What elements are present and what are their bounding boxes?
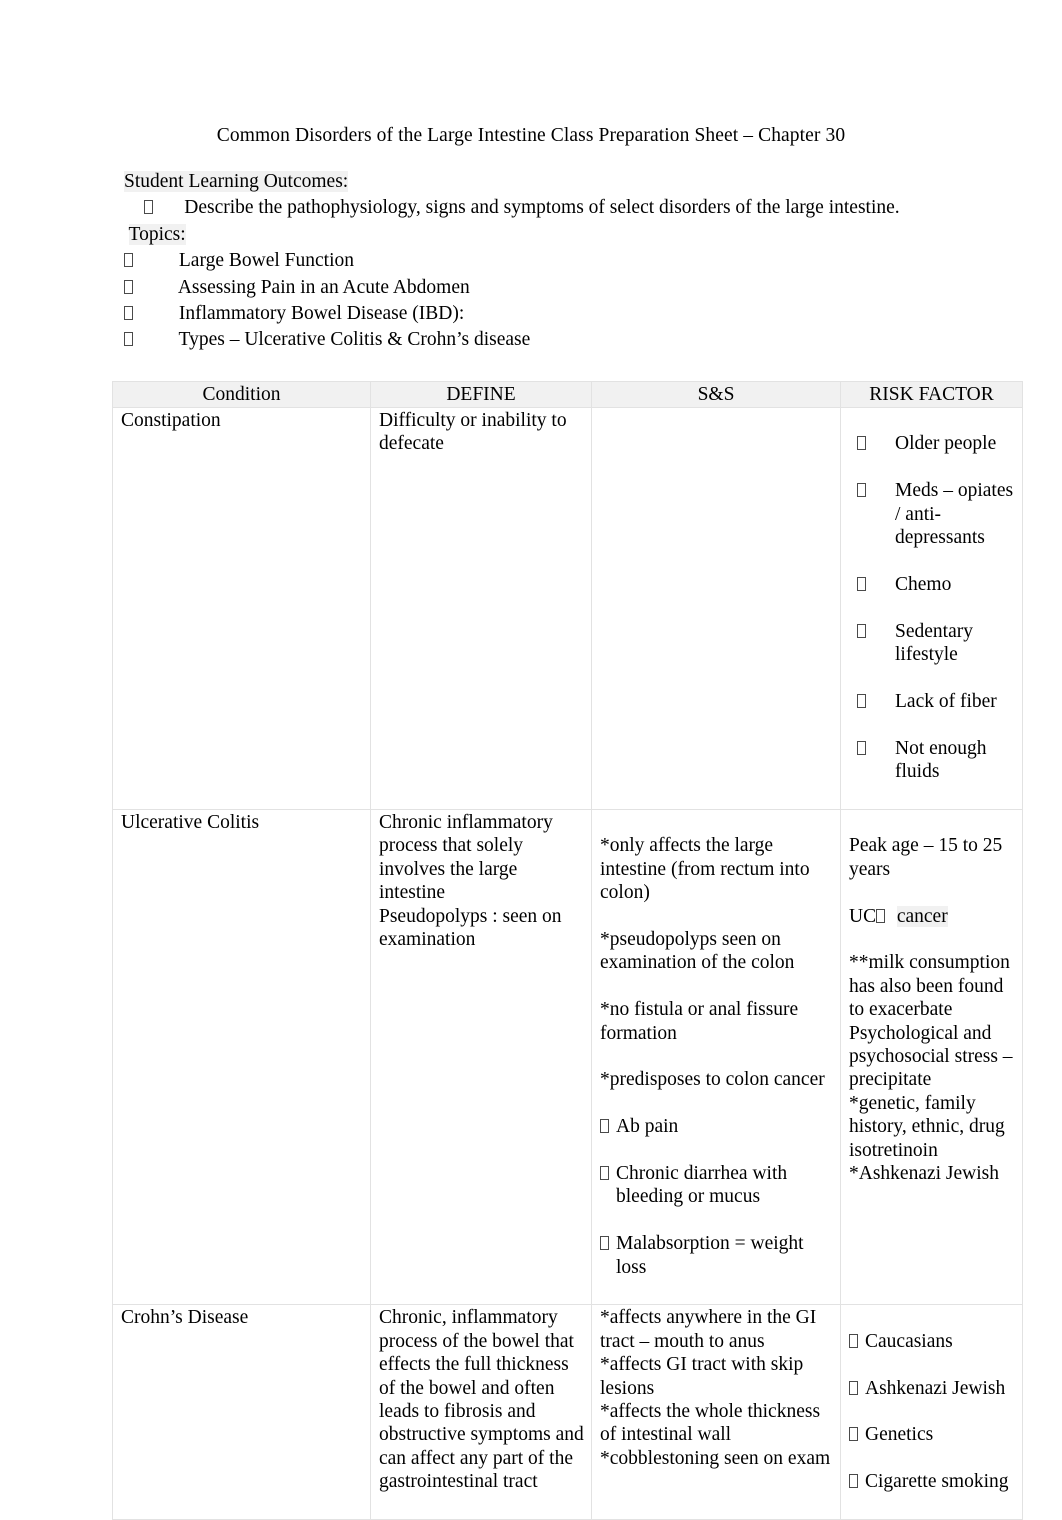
page-title: Common Disorders of the Large Intestine … — [216, 125, 846, 146]
risk-item: Not enough fluids — [849, 737, 1016, 784]
topic-text: Assessing Pain in an Acute Abdomen — [177, 276, 470, 298]
table-row: Crohn’s Disease Chronic, inflammatory pr… — [112, 1304, 1023, 1520]
learning-outcomes-label: Student Learning Outcomes: — [124, 169, 984, 195]
topics-label: Topics: — [124, 222, 984, 248]
topic-item-3: Types – Ulcerative Colitis & Crohn’s dis… — [124, 327, 984, 353]
document-page: Common Disorders of the Large Intestine … — [0, 0, 1062, 1520]
cell-define: Chronic, inflammatory process of the bow… — [379, 1307, 584, 1493]
column-header-define: DEFINE — [370, 381, 592, 408]
risk-item-text: Caucasians — [865, 1330, 953, 1352]
bullet-box-icon — [600, 1119, 609, 1134]
risk-item: Ashkenazi Jewish — [849, 1377, 1016, 1400]
learning-outcomes-label-text: Student Learning Outcomes: — [124, 171, 349, 192]
bullet-box-icon — [600, 1236, 609, 1251]
risk-uc-highlight: cancer — [896, 905, 948, 927]
risk-item-text: Sedentary lifestyle — [895, 620, 973, 666]
ss-bullet: Malabsorption = weight loss — [600, 1232, 834, 1279]
risk-item: Genetics — [849, 1423, 1016, 1446]
bullet-box-icon — [857, 483, 866, 498]
risk-item-text: Chemo — [895, 573, 952, 595]
topic-item-1: Assessing Pain in an Acute Abdomen — [124, 275, 984, 301]
bullet-box-icon — [857, 693, 866, 708]
bullet-box-icon — [124, 253, 133, 268]
bullet-box-icon — [849, 1427, 858, 1442]
ss-line: *pseudopolyps seen on examination of the… — [600, 928, 795, 974]
cell-ss: *affects anywhere in the GI tract – mout… — [600, 1307, 831, 1469]
cell-define: Chronic inflammatory process that solely… — [379, 811, 562, 950]
topic-item-0: Large Bowel Function — [124, 248, 984, 274]
cell-condition: Constipation — [121, 410, 221, 431]
table-row: Constipation Difficulty or inability to … — [112, 407, 1023, 810]
risk-item-text: Older people — [895, 433, 997, 455]
column-header-risk-factor: RISK FACTOR — [840, 381, 1023, 408]
topic-text: Types – Ulcerative Colitis & Crohn’s dis… — [178, 329, 531, 351]
bullet-box-icon — [124, 279, 133, 294]
risk-item: Chemo — [849, 573, 1016, 596]
risk-item: Meds – opiates / anti-depressants — [849, 479, 1016, 549]
learning-outcome-text: Describe the pathophysiology, signs and … — [184, 197, 900, 219]
risk-item: Caucasians — [849, 1330, 1016, 1353]
bullet-box-icon — [124, 306, 133, 321]
bullet-box-icon — [124, 332, 133, 347]
risk-item: Cigarette smoking — [849, 1470, 1016, 1493]
risk-rest: **milk consumption has also been found t… — [849, 952, 1013, 1184]
cell-condition: Crohn’s Disease — [121, 1307, 249, 1329]
cell-risk-factor: Peak age – 15 to 25 years UC cancer **mi… — [841, 810, 1022, 1211]
risk-uc-prefix: UC — [849, 905, 877, 927]
bullet-box-icon — [849, 1333, 858, 1348]
bullet-box-icon — [857, 576, 866, 591]
ss-bullet: Chronic diarrhea with bleeding or mucus — [600, 1162, 834, 1209]
risk-item-text: Not enough fluids — [895, 737, 987, 783]
column-header-ss: S&S — [591, 381, 841, 408]
cell-ss: *only affects the large intestine (from … — [592, 810, 840, 1305]
risk-item-text: Lack of fiber — [895, 690, 997, 712]
risk-item: Lack of fiber — [849, 690, 1016, 713]
cell-ss — [592, 408, 840, 411]
column-header-condition: Condition — [112, 381, 371, 408]
topic-text: Large Bowel Function — [178, 250, 354, 272]
ss-line: *predisposes to colon cancer — [600, 1069, 825, 1091]
learning-outcome-item: Describe the pathophysiology, signs and … — [124, 195, 984, 221]
risk-item: Sedentary lifestyle — [849, 620, 1016, 667]
table-row: Ulcerative Colitis Chronic inflammatory … — [112, 808, 1023, 1306]
risk-item-text: Meds – opiates / anti-depressants — [895, 480, 1014, 549]
risk-peak-age: Peak age – 15 to 25 years — [849, 835, 1003, 880]
cell-condition: Ulcerative Colitis — [121, 811, 260, 833]
ss-line: *no fistula or anal fissure formation — [600, 999, 799, 1044]
bullet-box-icon — [144, 200, 153, 215]
bullet-box-icon — [849, 1474, 858, 1489]
ss-bullet: Ab pain — [600, 1115, 834, 1138]
table-header-row: Condition DEFINE S&S RISK FACTOR — [112, 381, 1023, 408]
cell-define: Difficulty or inability to defecate — [379, 410, 567, 455]
topics-label-text: Topics: — [128, 223, 186, 245]
ss-bullet-text: Chronic diarrhea with bleeding or mucus — [616, 1163, 788, 1208]
ss-bullet-text: Malabsorption = weight loss — [616, 1233, 804, 1278]
bullet-box-icon — [857, 436, 866, 451]
cell-risk-factor: Older people Meds – opiates / anti-depre… — [841, 408, 1022, 809]
ss-line: *only affects the large intestine (from … — [600, 835, 810, 904]
arrow-box-icon — [876, 908, 886, 923]
ss-bullet-text: Ab pain — [616, 1116, 679, 1138]
disorders-table: Condition DEFINE S&S RISK FACTOR Constip… — [112, 381, 1023, 1520]
topic-text: Inflammatory Bowel Disease (IBD): — [178, 303, 465, 325]
risk-item-text: Cigarette smoking — [865, 1471, 1009, 1493]
risk-item: Older people — [849, 432, 1016, 455]
bullet-box-icon — [857, 740, 866, 755]
risk-item-text: Ashkenazi Jewish — [865, 1377, 1006, 1399]
cell-risk-factor: Caucasians Ashkenazi Jewish Genetics Cig… — [841, 1305, 1022, 1519]
risk-uc-cancer-line: UC cancer — [849, 905, 1016, 928]
intro-section: Student Learning Outcomes: Describe the … — [124, 169, 984, 354]
risk-item-text: Genetics — [865, 1424, 934, 1446]
bullet-box-icon — [857, 623, 866, 638]
bullet-box-icon — [600, 1166, 609, 1180]
bullet-box-icon — [849, 1380, 858, 1395]
topic-item-2: Inflammatory Bowel Disease (IBD): — [124, 301, 984, 327]
